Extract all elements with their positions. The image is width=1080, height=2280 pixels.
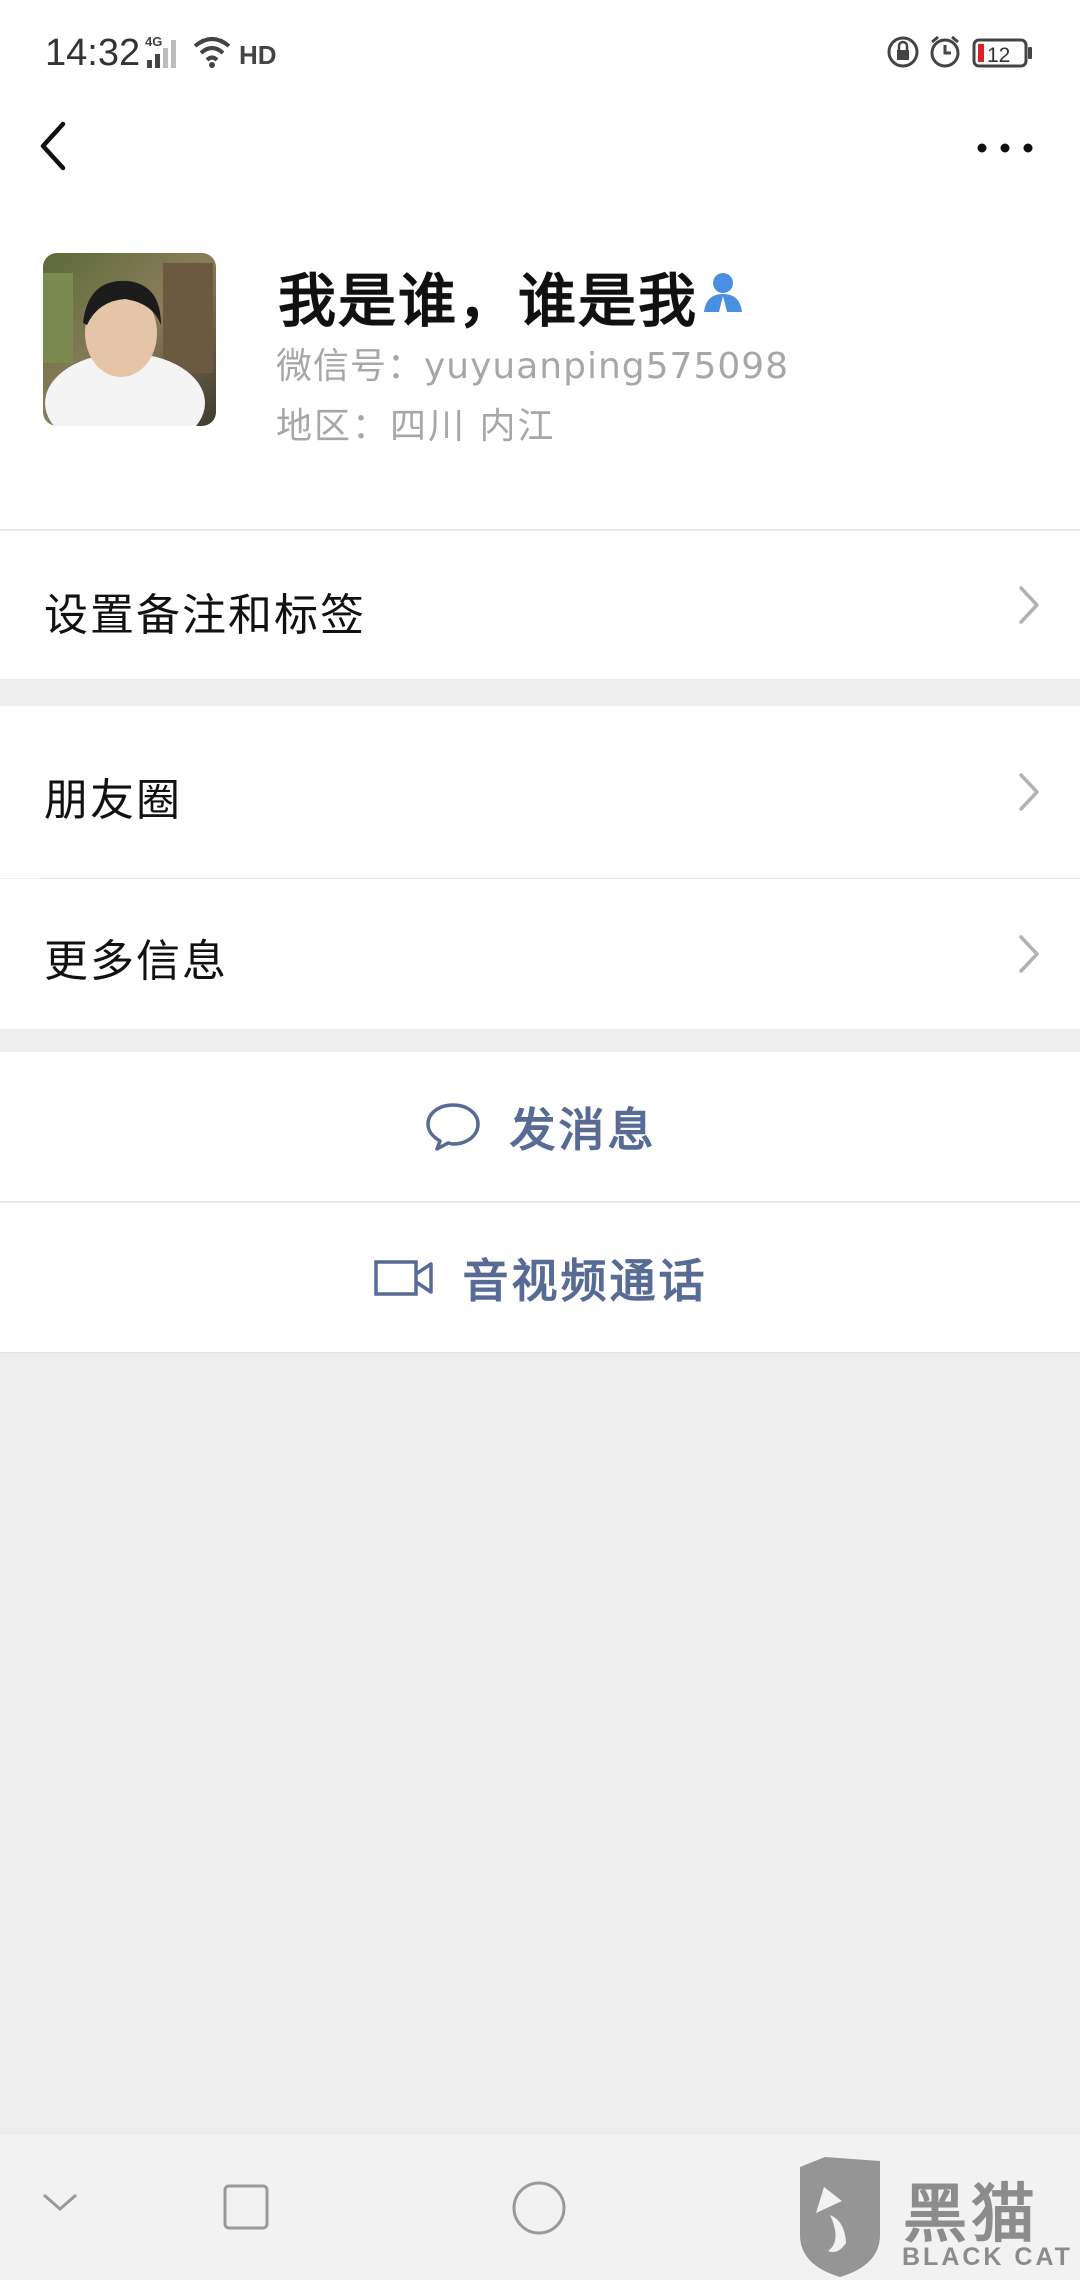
more-dots-icon[interactable] — [970, 128, 1040, 168]
rotation-lock-icon — [887, 36, 919, 68]
video-call-button[interactable]: 音视频通话 — [0, 1203, 1080, 1353]
back-icon[interactable] — [30, 110, 90, 180]
video-camera-icon — [373, 1260, 433, 1296]
wifi-icon — [193, 37, 231, 68]
chevron-right-icon — [1019, 586, 1039, 624]
black-cat-watermark: 黑猫 BLACK CAT — [790, 2155, 1080, 2280]
network-type: 4G — [145, 34, 162, 49]
chevron-right-icon — [1019, 935, 1039, 973]
region: 地区：四川 内江 — [276, 406, 556, 447]
profile-card: 我是谁，谁是我 微信号：yuyuanping575098 地区：四川 内江 — [0, 220, 1080, 530]
wechat-id: 微信号：yuyuanping575098 — [276, 346, 790, 387]
status-time: 14:32 — [45, 32, 141, 74]
hd-label: HD — [239, 40, 277, 70]
nav-home-icon[interactable] — [511, 2180, 567, 2236]
top-bar — [0, 110, 1080, 220]
video-call-label: 音视频通话 — [462, 1254, 708, 1308]
avatar[interactable] — [43, 253, 216, 426]
alarm-icon — [930, 35, 960, 68]
hd-icon: HD — [239, 40, 277, 70]
moments-row[interactable]: 朋友圈 — [0, 706, 1080, 878]
more-info-label: 更多信息 — [44, 936, 228, 987]
chat-bubble-icon — [425, 1103, 480, 1151]
contact-person-icon — [704, 273, 742, 312]
more-info-row[interactable]: 更多信息 — [0, 879, 1080, 1029]
set-remark-tags-label: 设置备注和标签 — [44, 590, 366, 641]
send-message-label: 发消息 — [509, 1103, 657, 1157]
chevron-right-icon — [1019, 773, 1039, 811]
nav-recents-icon[interactable] — [222, 2183, 270, 2231]
moments-label: 朋友圈 — [44, 775, 182, 826]
watermark-subtext: BLACK CAT — [902, 2243, 1073, 2271]
nav-down-icon[interactable] — [40, 2187, 80, 2217]
watermark-text: 黑猫 — [903, 2178, 1039, 2252]
status-bar: 14:32 4G HD 12 — [0, 0, 1080, 110]
signal-icon: 4G — [145, 34, 176, 68]
send-message-button[interactable]: 发消息 — [0, 1052, 1080, 1202]
set-remark-tags-row[interactable]: 设置备注和标签 — [0, 531, 1080, 679]
nickname: 我是谁，谁是我 — [278, 267, 699, 335]
battery-icon: 12 — [972, 38, 1032, 68]
battery-level: 12 — [987, 44, 1010, 67]
black-cat-logo-icon — [800, 2157, 880, 2277]
